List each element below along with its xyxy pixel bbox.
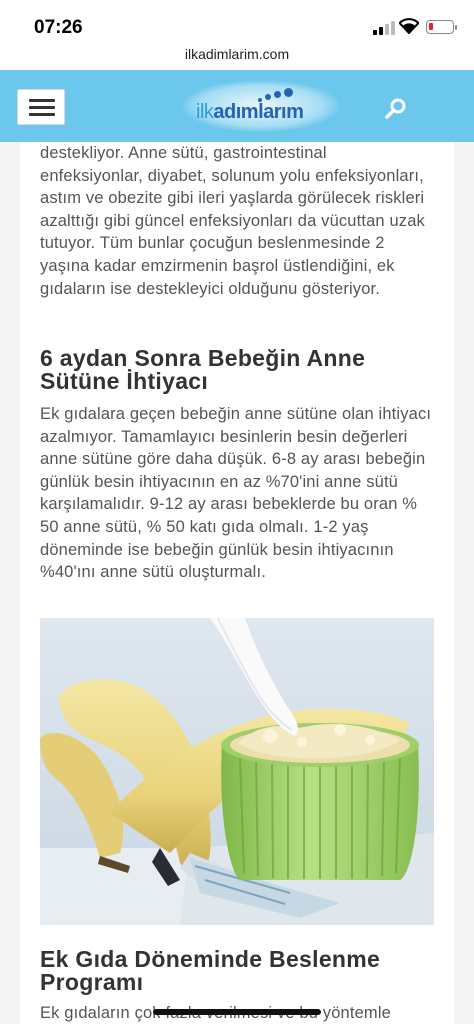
section-heading-2: Ek Gıda Döneminde Beslenme Programı — [40, 946, 381, 995]
site-logo[interactable]: ilkadımlarım — [182, 80, 340, 132]
address-bar[interactable]: ilkadimlarim.com — [0, 44, 474, 70]
battery-icon — [426, 20, 457, 34]
wifi-icon — [399, 18, 419, 34]
logo-text: ilkadımlarım — [196, 101, 304, 123]
article-content: destekliyor. Anne sütü, gastrointestinal… — [20, 142, 454, 1024]
signal-icon — [373, 21, 395, 35]
section-paragraph: Ek gıdalara geçen bebeğin anne sütüne ol… — [40, 405, 432, 582]
site-header: ilkadımlarım — [0, 70, 474, 142]
banana-puree-photo — [40, 618, 434, 925]
hamburger-icon — [29, 99, 55, 102]
intro-paragraph: destekliyor. Anne sütü, gastrointestinal… — [40, 144, 425, 298]
status-bar: 07:26 — [0, 0, 474, 50]
home-indicator[interactable] — [153, 1009, 321, 1015]
menu-button[interactable] — [17, 89, 65, 125]
section-heading: 6 aydan Sonra Bebeğin Anne Sütüne İhtiya… — [40, 345, 366, 394]
status-time: 07:26 — [34, 17, 83, 38]
search-icon[interactable] — [384, 97, 408, 121]
